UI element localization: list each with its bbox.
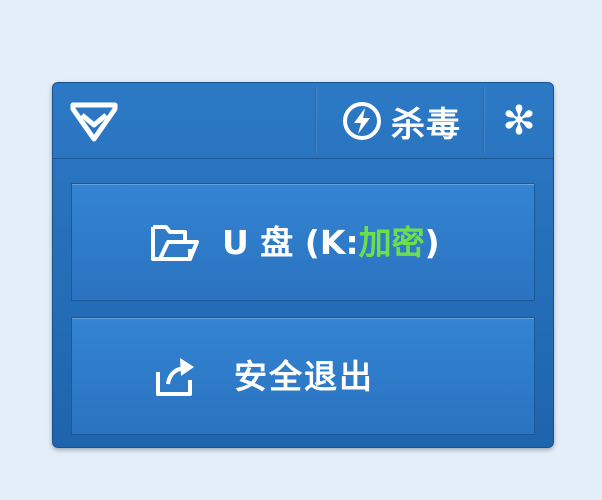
drive-name: U 盘 (222, 223, 294, 262)
export-arrow-icon (156, 358, 194, 396)
safe-eject-label: 安全退出 (234, 357, 374, 396)
gear-icon: ✻ (502, 98, 536, 144)
drive-letter: (K: (304, 223, 359, 262)
kill-virus-button[interactable]: 杀毒 (323, 91, 479, 151)
encryption-status: 加密 (358, 223, 425, 262)
shield-logo-icon (70, 102, 118, 142)
widget-header: 杀毒 ✻ (53, 83, 553, 159)
settings-button[interactable]: ✻ (487, 91, 551, 151)
usb-drive-label: U 盘 (K:加密) (222, 224, 440, 262)
header-divider (315, 87, 317, 153)
header-separator (53, 158, 553, 159)
kill-virus-label: 杀毒 (391, 104, 461, 145)
folder-open-icon (151, 225, 199, 261)
header-divider (483, 87, 485, 153)
lightning-circle-icon (343, 102, 381, 140)
drive-letter-close: ) (424, 223, 440, 262)
usb-drive-item[interactable]: U 盘 (K:加密) (71, 183, 535, 301)
safe-eject-button[interactable]: 安全退出 (71, 317, 535, 435)
usb-security-widget: 杀毒 ✻ U 盘 (K:加密) 安全退出 (52, 82, 554, 448)
